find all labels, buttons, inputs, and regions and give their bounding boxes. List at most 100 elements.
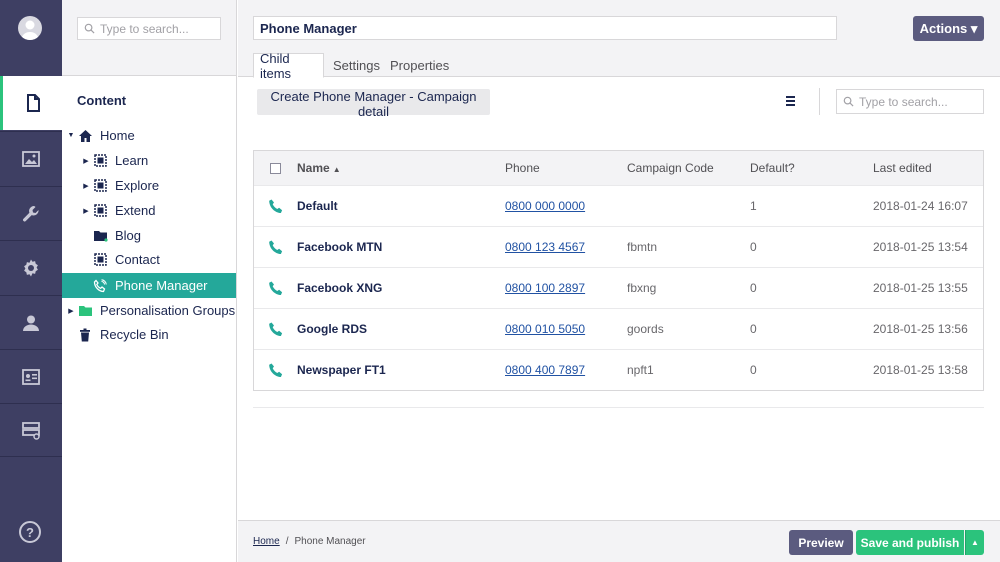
actions-button[interactable]: Actions ▾ bbox=[913, 16, 984, 41]
tree-heading: Content bbox=[77, 93, 127, 108]
tree-item-label: Extend bbox=[115, 203, 156, 218]
gear-icon bbox=[24, 259, 38, 276]
sort-ascending-icon[interactable]: ▲ bbox=[333, 165, 341, 174]
users-section[interactable] bbox=[0, 295, 62, 349]
breadcrumb-home-link[interactable]: Home bbox=[253, 536, 280, 547]
row-name[interactable]: Google RDS bbox=[297, 322, 367, 336]
row-phone-link[interactable]: 0800 010 5050 bbox=[505, 322, 585, 336]
developer-section[interactable] bbox=[0, 240, 62, 294]
create-item-button[interactable]: Create Phone Manager - Campaign detail bbox=[257, 89, 490, 119]
column-default-header[interactable]: Default? bbox=[750, 161, 795, 175]
editor-header: Actions ▾ Child items Settings Propertie… bbox=[238, 0, 1000, 81]
tree-search-box[interactable] bbox=[77, 17, 221, 40]
tree-search-input[interactable] bbox=[100, 21, 220, 36]
tree-item-label: Blog bbox=[115, 228, 142, 243]
list-search-box[interactable] bbox=[836, 89, 984, 114]
child-items-table: Name ▲ Phone Campaign Code Default? Last … bbox=[253, 150, 984, 391]
table-row[interactable]: Facebook MTN 0800 123 4567 fbmtn 0 2018-… bbox=[254, 226, 983, 267]
row-campaign-code: npft1 bbox=[627, 363, 654, 377]
row-phone-link[interactable]: 0800 123 4567 bbox=[505, 240, 585, 254]
forms-section[interactable] bbox=[0, 403, 62, 457]
row-name[interactable]: Facebook XNG bbox=[297, 281, 382, 295]
caret-right-icon[interactable]: ▶ bbox=[65, 307, 77, 315]
tree-item-label: Recycle Bin bbox=[100, 327, 169, 342]
phone-icon bbox=[268, 280, 284, 296]
media-section[interactable] bbox=[0, 131, 62, 185]
row-default: 0 bbox=[750, 281, 757, 295]
tree-item-label: Home bbox=[100, 128, 135, 143]
table-row[interactable]: Google RDS 0800 010 5050 goords 0 2018-0… bbox=[254, 308, 983, 349]
breadcrumb-separator: / bbox=[285, 536, 289, 547]
row-default: 0 bbox=[750, 363, 757, 377]
settings-section[interactable] bbox=[0, 186, 62, 240]
table-header-row: Name ▲ Phone Campaign Code Default? Last … bbox=[254, 151, 983, 185]
tab-properties[interactable]: Properties bbox=[384, 53, 455, 78]
preview-button[interactable]: Preview bbox=[789, 530, 853, 555]
caret-right-icon[interactable]: ▶ bbox=[80, 207, 92, 215]
main-panel: Actions ▾ Child items Settings Propertie… bbox=[238, 0, 1000, 562]
content-section[interactable] bbox=[0, 76, 62, 130]
tab-settings[interactable]: Settings bbox=[327, 53, 386, 78]
node-name-input[interactable] bbox=[253, 16, 837, 40]
tree-item-learn[interactable]: ▶ Learn bbox=[62, 148, 236, 173]
row-default: 1 bbox=[750, 199, 757, 213]
phone-icon bbox=[268, 321, 284, 337]
save-and-publish-button[interactable]: Save and publish bbox=[856, 530, 964, 555]
image-icon bbox=[22, 150, 40, 167]
row-campaign-code: fbxng bbox=[627, 281, 657, 295]
column-phone-header[interactable]: Phone bbox=[505, 161, 540, 175]
trash-icon bbox=[77, 327, 93, 343]
search-icon bbox=[84, 23, 95, 34]
row-phone-link[interactable]: 0800 100 2897 bbox=[505, 281, 585, 295]
list-search-input[interactable] bbox=[859, 94, 983, 109]
tree-item-recycle-bin[interactable]: Recycle Bin bbox=[62, 322, 236, 347]
table-row[interactable]: Default 0800 000 0000 1 2018-01-24 16:07 bbox=[254, 185, 983, 226]
caret-right-icon[interactable]: ▶ bbox=[80, 182, 92, 190]
row-name[interactable]: Facebook MTN bbox=[297, 240, 382, 254]
breadcrumb-current: Phone Manager bbox=[294, 536, 366, 547]
help-icon[interactable]: ? bbox=[19, 521, 41, 543]
row-campaign-code: fbmtn bbox=[627, 240, 658, 254]
tree-item-phone-manager[interactable]: Phone Manager bbox=[62, 273, 236, 298]
tree-item-label: Learn bbox=[115, 153, 149, 168]
tree-item-personalisation-groups[interactable]: ▶ Personalisation Groups bbox=[62, 298, 236, 323]
row-last-edited: 2018-01-25 13:56 bbox=[873, 322, 968, 336]
list-view-icon[interactable] bbox=[786, 96, 798, 108]
document-icon bbox=[26, 94, 40, 112]
row-phone-link[interactable]: 0800 400 7897 bbox=[505, 363, 585, 377]
home-icon bbox=[77, 128, 93, 144]
section-rail: ? bbox=[0, 0, 62, 562]
select-all-checkbox[interactable] bbox=[270, 162, 281, 174]
row-name[interactable]: Default bbox=[297, 199, 338, 213]
column-code-header[interactable]: Campaign Code bbox=[627, 161, 714, 175]
publish-options-caret-icon[interactable]: ▲ bbox=[965, 530, 984, 555]
tree-item-label: Phone Manager bbox=[115, 278, 208, 293]
tree-item-home[interactable]: ▼ Home bbox=[62, 123, 236, 148]
row-default: 0 bbox=[750, 240, 757, 254]
caret-right-icon[interactable]: ▶ bbox=[80, 157, 92, 165]
tree-search-area bbox=[62, 0, 236, 76]
column-edited-header[interactable]: Last edited bbox=[873, 161, 932, 175]
tab-child-items[interactable]: Child items bbox=[253, 51, 324, 81]
grid-icon bbox=[92, 153, 108, 169]
search-icon bbox=[843, 96, 854, 107]
row-phone-link[interactable]: 0800 000 0000 bbox=[505, 199, 585, 213]
row-last-edited: 2018-01-25 13:55 bbox=[873, 281, 968, 295]
tree-item-blog[interactable]: Blog bbox=[62, 223, 236, 248]
tree-item-extend[interactable]: ▶ Extend bbox=[62, 198, 236, 223]
editor-footer: Home / Phone Manager Preview Save and pu… bbox=[238, 520, 1000, 562]
column-name-header[interactable]: Name ▲ bbox=[297, 161, 341, 175]
tree-item-explore[interactable]: ▶ Explore bbox=[62, 173, 236, 198]
row-default: 0 bbox=[750, 322, 757, 336]
phone-icon bbox=[268, 198, 284, 214]
table-row[interactable]: Newspaper FT1 0800 400 7897 npft1 0 2018… bbox=[254, 349, 983, 390]
row-name[interactable]: Newspaper FT1 bbox=[297, 363, 386, 377]
id-card-icon bbox=[22, 368, 40, 385]
tree-item-contact[interactable]: Contact bbox=[62, 247, 236, 272]
table-row[interactable]: Facebook XNG 0800 100 2897 fbxng 0 2018-… bbox=[254, 267, 983, 308]
user-avatar[interactable] bbox=[18, 16, 42, 40]
caret-down-icon[interactable]: ▼ bbox=[65, 132, 77, 139]
user-icon bbox=[23, 315, 39, 331]
members-section[interactable] bbox=[0, 349, 62, 403]
forms-icon bbox=[22, 422, 40, 440]
